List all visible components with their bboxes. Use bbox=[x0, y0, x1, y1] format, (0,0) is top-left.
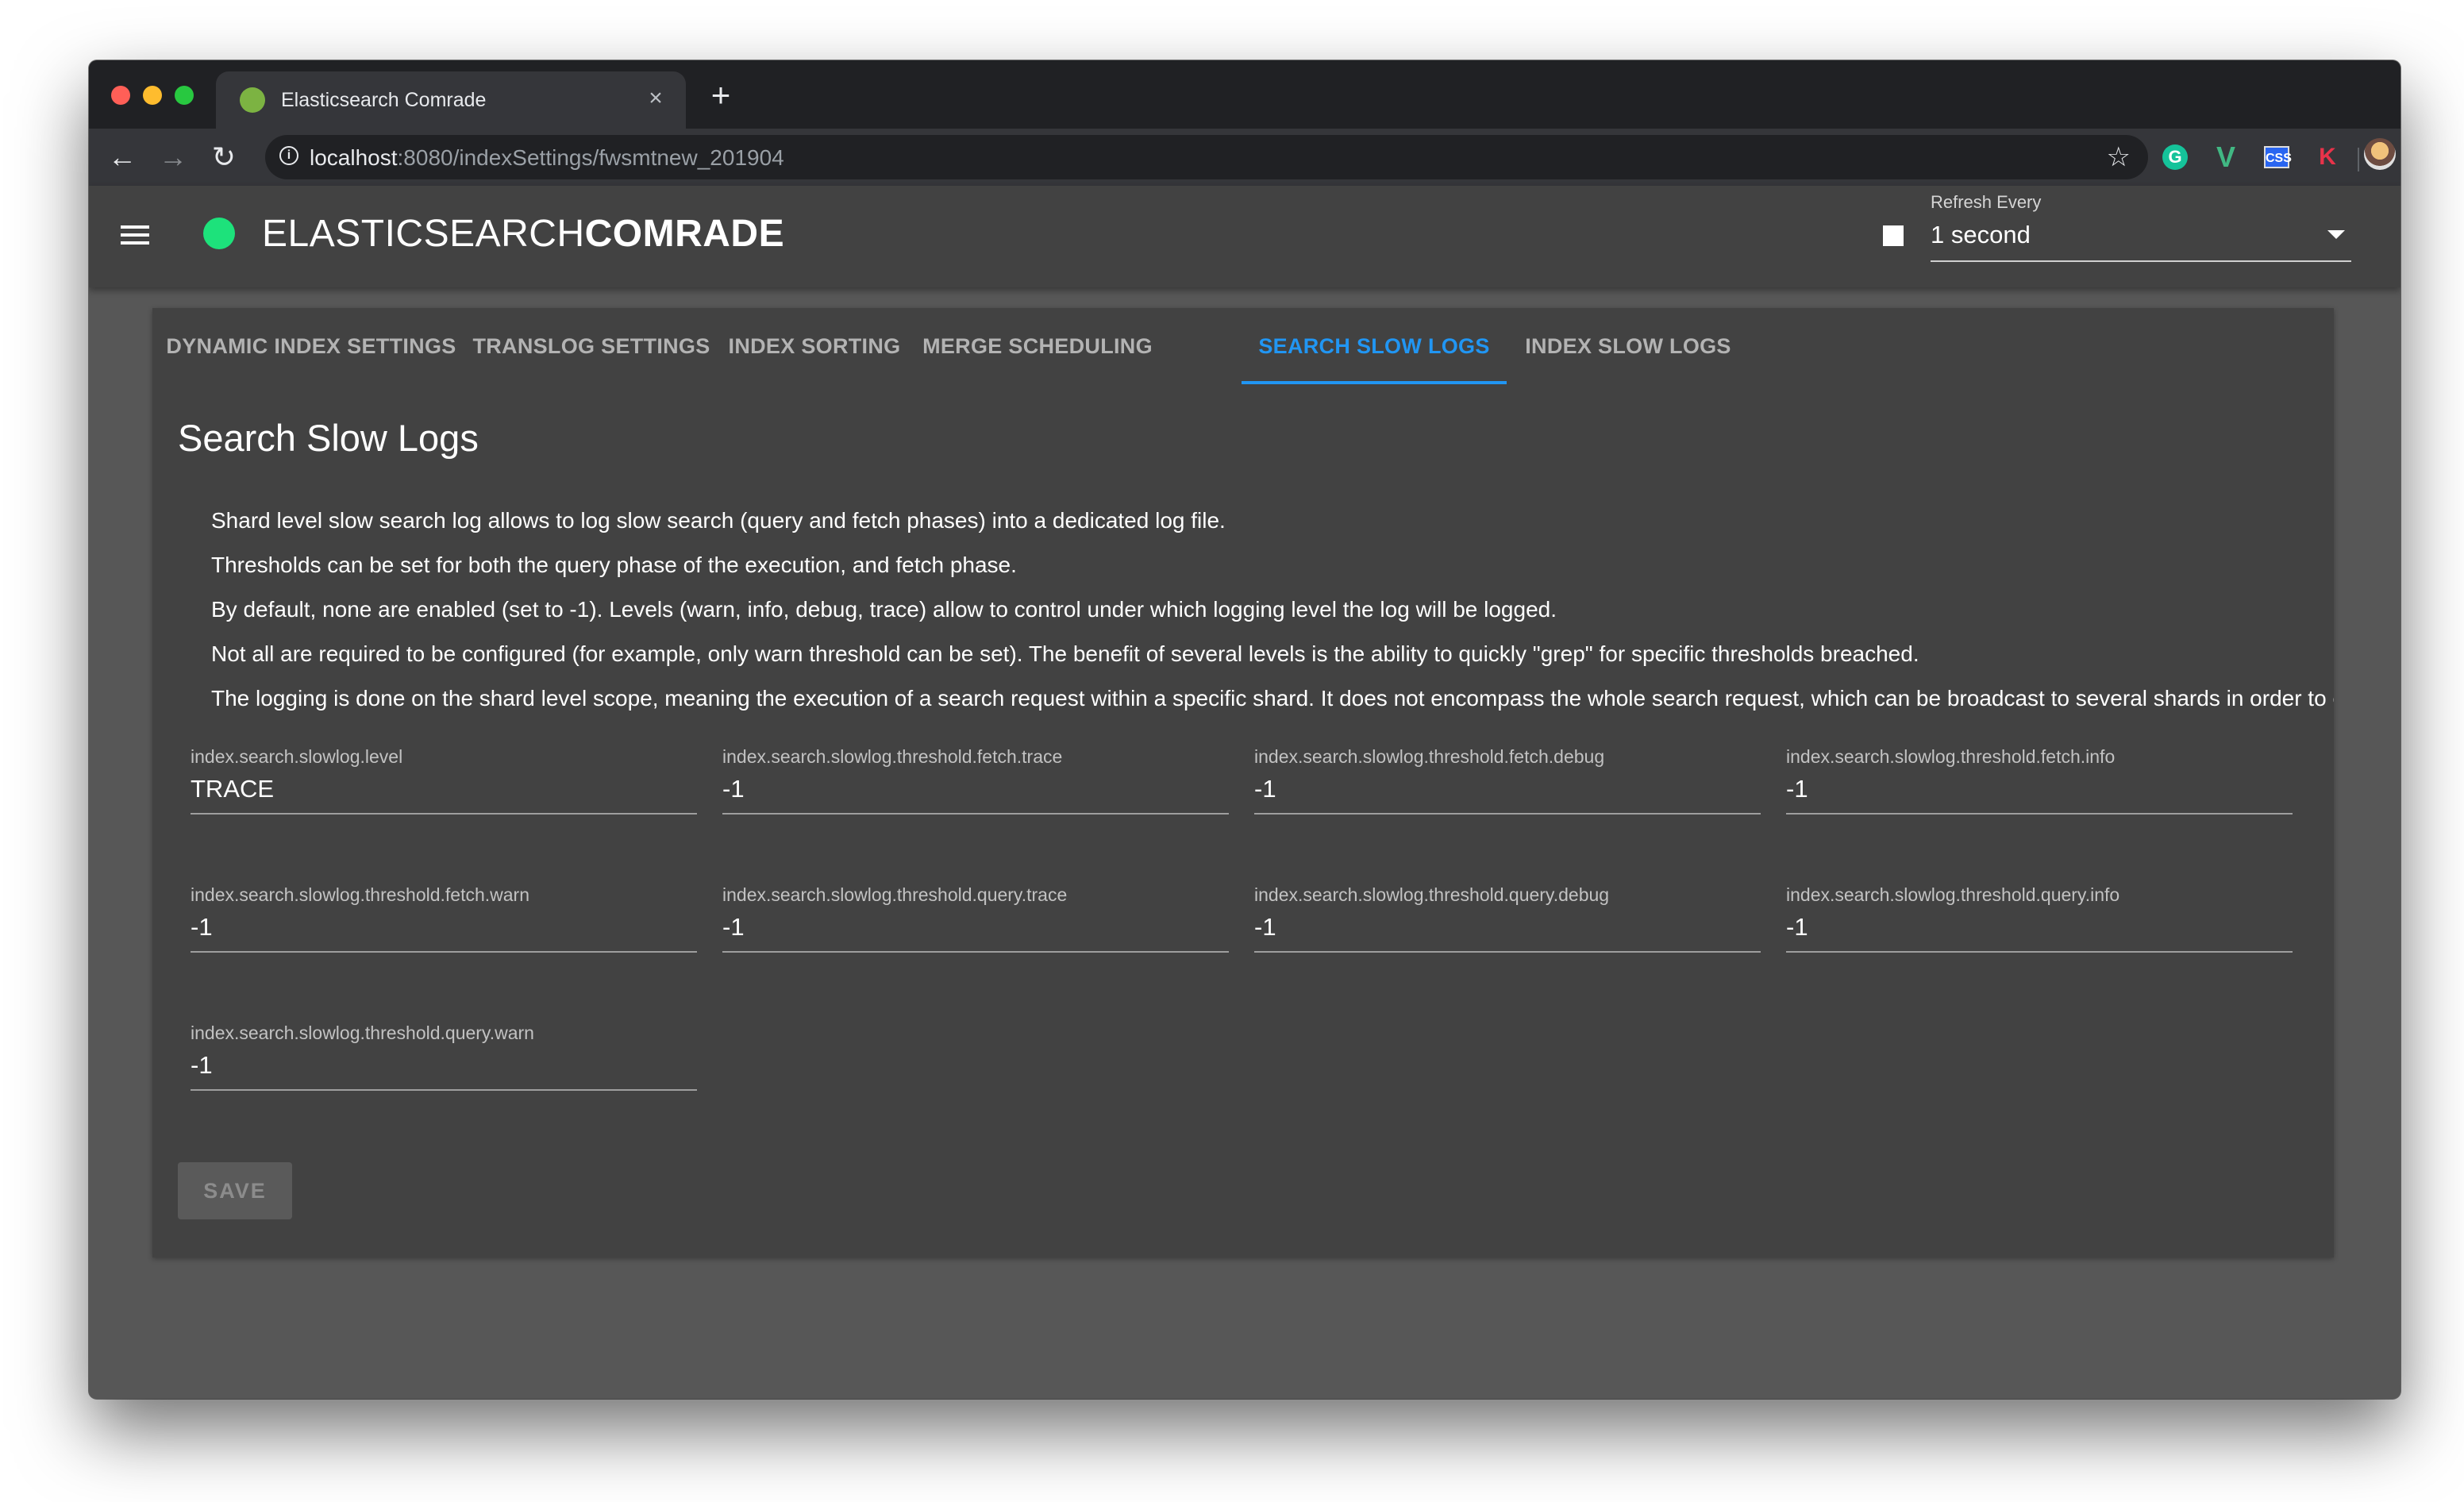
field-label: index.search.slowlog.threshold.fetch.tra… bbox=[722, 746, 1063, 767]
k-extension-icon[interactable]: K bbox=[2310, 140, 2345, 175]
field-underline bbox=[1786, 813, 2293, 815]
save-button[interactable]: SAVE bbox=[178, 1162, 292, 1219]
field-query-warn: index.search.slowlog.threshold.query.war… bbox=[191, 1023, 697, 1102]
fetch-trace-input[interactable] bbox=[722, 768, 1229, 810]
tab-index-sorting[interactable]: INDEX SORTING bbox=[713, 308, 916, 384]
browser-tab[interactable]: Elasticsearch Comrade × bbox=[216, 71, 686, 129]
close-window-button[interactable] bbox=[111, 86, 130, 105]
stop-refresh-icon[interactable] bbox=[1883, 225, 1904, 246]
field-underline bbox=[722, 813, 1229, 815]
field-label: index.search.slowlog.threshold.query.inf… bbox=[1786, 884, 2120, 905]
field-fetch-warn: index.search.slowlog.threshold.fetch.war… bbox=[191, 884, 697, 964]
css-viewer-icon[interactable]: CSS bbox=[2259, 140, 2294, 175]
minimize-window-button[interactable] bbox=[143, 86, 162, 105]
field-label: index.search.slowlog.threshold.query.tra… bbox=[722, 884, 1068, 905]
field-underline bbox=[1254, 951, 1761, 953]
description-line: Not all are required to be configured (f… bbox=[211, 641, 1919, 666]
field-label: index.search.slowlog.threshold.fetch.war… bbox=[191, 884, 530, 905]
back-arrow-icon[interactable]: ← bbox=[103, 138, 141, 176]
browser-tab-title: Elasticsearch Comrade bbox=[281, 89, 487, 111]
query-trace-input[interactable] bbox=[722, 907, 1229, 948]
field-label: index.search.slowlog.threshold.query.war… bbox=[191, 1023, 534, 1043]
hamburger-menu-icon[interactable] bbox=[119, 221, 151, 252]
description-line: The logging is done on the shard level s… bbox=[211, 686, 2334, 711]
site-info-icon[interactable]: i bbox=[279, 146, 298, 165]
field-label: index.search.slowlog.level bbox=[191, 746, 403, 767]
brand-bold: COMRADE bbox=[584, 213, 785, 255]
tab-merge-scheduling[interactable]: MERGE SCHEDULING bbox=[916, 308, 1159, 384]
url-path: :8080/indexSettings/fwsmtnew_201904 bbox=[397, 145, 784, 170]
refresh-value: 1 second bbox=[1931, 221, 2031, 248]
vue-devtools-icon[interactable]: V bbox=[2208, 140, 2243, 175]
favicon-icon bbox=[240, 87, 265, 113]
field-query-info: index.search.slowlog.threshold.query.inf… bbox=[1786, 884, 2293, 964]
fetch-debug-input[interactable] bbox=[1254, 768, 1761, 810]
url-host: localhost bbox=[310, 145, 398, 170]
tab-translog-settings[interactable]: TRANSLOG SETTINGS bbox=[470, 308, 713, 384]
cluster-status-indicator bbox=[203, 218, 235, 249]
field-slowlog-level: index.search.slowlog.level bbox=[191, 746, 697, 826]
app-header: ELASTICSEARCHCOMRADE Refresh Every 1 sec… bbox=[89, 186, 2400, 287]
profile-avatar[interactable] bbox=[2364, 138, 2396, 170]
maximize-window-button[interactable] bbox=[175, 86, 194, 105]
field-underline bbox=[1786, 951, 2293, 953]
field-label: index.search.slowlog.threshold.query.deb… bbox=[1254, 884, 1610, 905]
bookmark-star-icon[interactable]: ☆ bbox=[2107, 141, 2131, 173]
field-underline bbox=[191, 951, 697, 953]
close-tab-icon[interactable]: × bbox=[640, 83, 672, 114]
browser-window: Elasticsearch Comrade × + ← → ↻ i localh… bbox=[89, 60, 2400, 1399]
tab-index-slow-logs[interactable]: INDEX SLOW LOGS bbox=[1507, 308, 1750, 384]
field-underline bbox=[191, 1089, 697, 1091]
field-label: index.search.slowlog.threshold.fetch.inf… bbox=[1786, 746, 2116, 767]
active-tab-indicator bbox=[1242, 381, 1507, 384]
field-label: index.search.slowlog.threshold.fetch.deb… bbox=[1254, 746, 1605, 767]
browser-tab-strip: Elasticsearch Comrade × + bbox=[89, 60, 2400, 129]
brand-light: ELASTICSEARCH bbox=[262, 213, 585, 255]
field-underline bbox=[722, 951, 1229, 953]
field-underline bbox=[191, 813, 697, 815]
dropdown-caret-icon[interactable] bbox=[2327, 230, 2345, 239]
field-fetch-debug: index.search.slowlog.threshold.fetch.deb… bbox=[1254, 746, 1761, 826]
fetch-warn-input[interactable] bbox=[191, 907, 697, 948]
select-underline bbox=[1931, 260, 2351, 262]
description-line: By default, none are enabled (set to -1)… bbox=[211, 597, 1557, 622]
refresh-label: Refresh Every bbox=[1931, 192, 2042, 212]
refresh-interval-select[interactable]: Refresh Every 1 second bbox=[1931, 191, 2351, 276]
query-warn-input[interactable] bbox=[191, 1045, 697, 1086]
fetch-info-input[interactable] bbox=[1786, 768, 2293, 810]
settings-card: DYNAMIC INDEX SETTINGS TRANSLOG SETTINGS… bbox=[152, 308, 2334, 1257]
tab-dynamic-index-settings[interactable]: DYNAMIC INDEX SETTINGS bbox=[152, 308, 470, 384]
grammarly-icon[interactable]: G bbox=[2158, 140, 2193, 175]
description-line: Shard level slow search log allows to lo… bbox=[211, 508, 1226, 533]
address-bar[interactable]: i localhost:8080/indexSettings/fwsmtnew_… bbox=[265, 135, 2148, 179]
settings-tabs: DYNAMIC INDEX SETTINGS TRANSLOG SETTINGS… bbox=[152, 308, 2334, 384]
app-logo[interactable]: ELASTICSEARCHCOMRADE bbox=[262, 212, 784, 256]
browser-toolbar: ← → ↻ i localhost:8080/indexSettings/fws… bbox=[89, 129, 2400, 186]
field-fetch-info: index.search.slowlog.threshold.fetch.inf… bbox=[1786, 746, 2293, 826]
tab-search-slow-logs[interactable]: SEARCH SLOW LOGS bbox=[1242, 308, 1507, 384]
url-text[interactable]: localhost:8080/indexSettings/fwsmtnew_20… bbox=[310, 145, 784, 171]
description-line: Thresholds can be set for both the query… bbox=[211, 553, 1017, 577]
query-debug-input[interactable] bbox=[1254, 907, 1761, 948]
section-title: Search Slow Logs bbox=[178, 417, 479, 459]
query-info-input[interactable] bbox=[1786, 907, 2293, 948]
new-tab-button[interactable]: + bbox=[702, 76, 740, 114]
forward-arrow-icon[interactable]: → bbox=[154, 138, 192, 176]
section-description: Shard level slow search log allows to lo… bbox=[211, 499, 2334, 721]
field-query-debug: index.search.slowlog.threshold.query.deb… bbox=[1254, 884, 1761, 964]
toolbar-divider bbox=[2358, 148, 2359, 171]
slowlog-level-input[interactable] bbox=[191, 768, 697, 810]
field-underline bbox=[1254, 813, 1761, 815]
reload-icon[interactable]: ↻ bbox=[205, 138, 243, 176]
field-query-trace: index.search.slowlog.threshold.query.tra… bbox=[722, 884, 1229, 964]
field-fetch-trace: index.search.slowlog.threshold.fetch.tra… bbox=[722, 746, 1229, 826]
